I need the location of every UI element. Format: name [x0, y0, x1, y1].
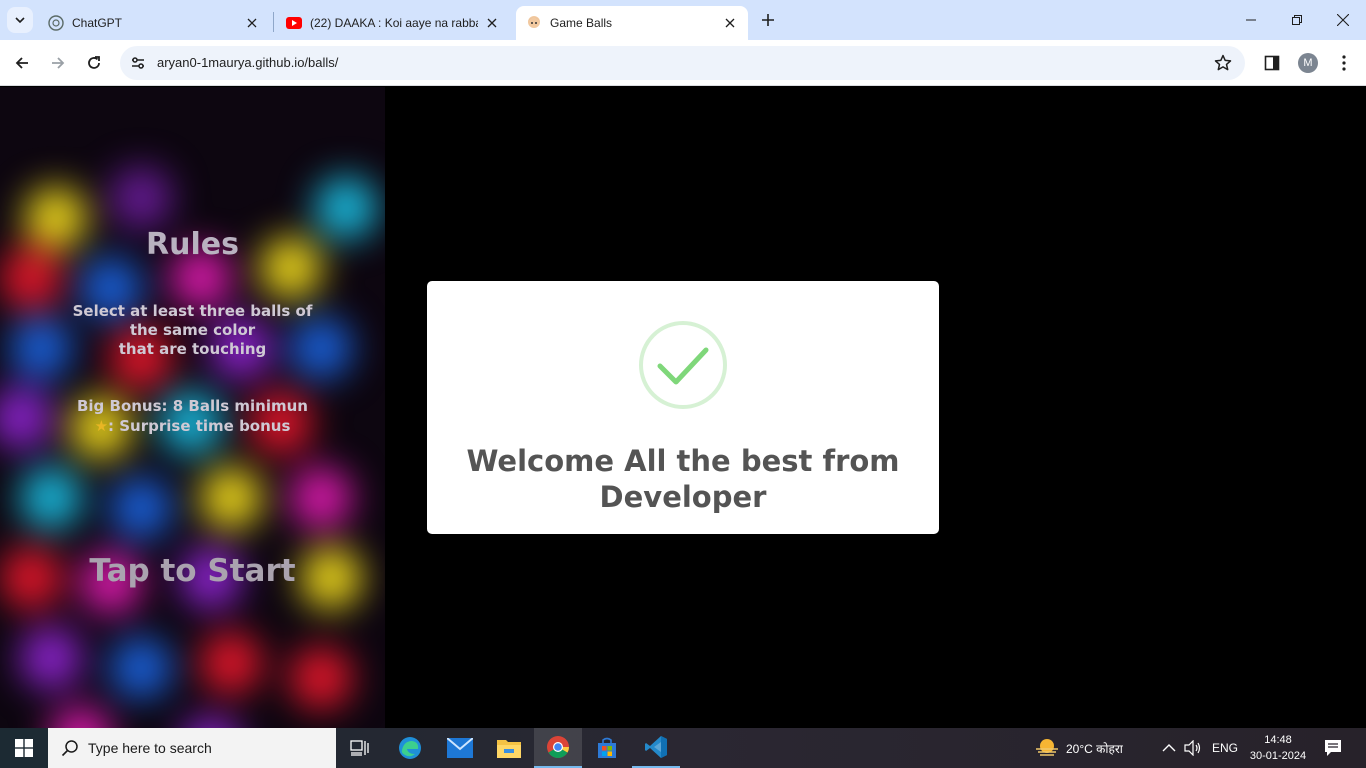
chrome-icon — [547, 736, 569, 758]
speaker-icon — [1184, 740, 1201, 756]
language-indicator[interactable]: ENG — [1212, 728, 1238, 768]
close-icon — [1337, 14, 1349, 26]
notification-icon — [1325, 740, 1341, 756]
side-panel-button[interactable] — [1260, 51, 1284, 75]
game-favicon — [526, 15, 542, 31]
avatar: M — [1298, 53, 1318, 73]
rules-panel[interactable]: Rules Select at least three balls of the… — [0, 87, 385, 728]
tab-youtube[interactable]: (22) DAAKA : Koi aaye na rabba — [276, 6, 510, 40]
address-bar[interactable]: aryan0-1maurya.github.io/balls/ — [120, 46, 1245, 80]
rule-text: Select at least three balls of — [72, 302, 313, 320]
weather-widget[interactable]: 20°C कोहरा — [1034, 728, 1123, 768]
browser-toolbar: aryan0-1maurya.github.io/balls/ M — [0, 40, 1366, 86]
windows-taskbar: Type here to search 20°C कोहरा ENG 14:48… — [0, 728, 1366, 768]
rule-text: the same color — [129, 321, 256, 339]
weather-text: 20°C कोहरा — [1066, 741, 1123, 756]
windows-logo-icon — [15, 739, 33, 757]
tab-title: Game Balls — [550, 16, 613, 30]
task-view-icon — [350, 740, 369, 756]
show-hidden-icons-button[interactable] — [1162, 728, 1176, 768]
close-icon[interactable] — [484, 15, 500, 31]
file-explorer-app[interactable] — [485, 728, 533, 768]
kebab-menu-icon — [1342, 55, 1346, 71]
side-panel-icon — [1264, 55, 1280, 71]
star-icon: ★ — [94, 417, 109, 435]
close-icon[interactable] — [244, 15, 260, 31]
welcome-modal: Welcome All the best from Developer — [427, 281, 939, 534]
modal-message-line: Welcome All the best from — [466, 444, 900, 478]
bonus-time-text: ★: Surprise time bonus — [0, 417, 385, 435]
new-tab-button[interactable] — [756, 8, 780, 32]
tab-chatgpt[interactable]: ChatGPT — [38, 6, 270, 40]
tab-strip: ChatGPT (22) DAAKA : Koi aaye na rabba G… — [0, 0, 1366, 40]
rule-text: that are touching — [118, 340, 267, 358]
chrome-app[interactable] — [534, 728, 582, 768]
bookmark-star-icon[interactable] — [1213, 53, 1233, 73]
vscode-app[interactable] — [632, 728, 680, 768]
search-placeholder: Type here to search — [88, 740, 212, 756]
taskbar-search[interactable]: Type here to search — [48, 728, 336, 768]
modal-message-line: Developer — [599, 480, 767, 514]
game-page: Rules Select at least three balls of the… — [0, 87, 1366, 728]
close-window-button[interactable] — [1320, 0, 1366, 40]
tab-search-button[interactable] — [7, 7, 33, 33]
minimize-button[interactable] — [1228, 0, 1274, 40]
start-button[interactable] — [0, 728, 48, 768]
volume-button[interactable] — [1184, 728, 1202, 768]
store-app[interactable] — [583, 728, 631, 768]
url-text[interactable]: aryan0-1maurya.github.io/balls/ — [157, 55, 338, 70]
mail-app[interactable] — [436, 728, 484, 768]
vscode-icon — [645, 736, 667, 758]
rules-title: Rules — [146, 227, 239, 262]
bonus-time-label: : Surprise time bonus — [108, 417, 291, 435]
system-clock[interactable]: 14:48 30-01-2024 — [1246, 732, 1310, 764]
task-view-button[interactable] — [336, 728, 384, 768]
tap-to-start-button[interactable]: Tap to Start — [0, 553, 385, 589]
tab-game-balls[interactable]: Game Balls — [516, 6, 748, 40]
restore-icon — [1292, 15, 1302, 25]
chevron-up-icon — [1162, 744, 1176, 752]
tab-separator — [273, 12, 274, 32]
rules-text-block: Rules Select at least three balls of the… — [0, 87, 385, 728]
arrow-right-icon — [52, 57, 65, 69]
profile-button[interactable]: M — [1296, 51, 1320, 75]
plus-icon — [762, 14, 774, 26]
edge-app[interactable] — [386, 728, 434, 768]
clock-time: 14:48 — [1264, 734, 1292, 746]
close-icon[interactable] — [722, 15, 738, 31]
site-info-icon[interactable] — [128, 53, 148, 73]
store-icon — [598, 737, 616, 758]
modal-message: Welcome All the best from Developer — [427, 443, 939, 515]
bonus-text: Big Bonus: 8 Balls minimun — [76, 397, 308, 415]
forward-button[interactable] — [42, 47, 74, 79]
weather-haze-icon — [1036, 739, 1058, 756]
chatgpt-icon — [48, 15, 64, 31]
checkmark-icon — [639, 321, 727, 409]
clock-date: 30-01-2024 — [1249, 750, 1307, 762]
minimize-icon — [1246, 19, 1256, 21]
arrow-left-icon — [15, 57, 28, 69]
notifications-button[interactable] — [1324, 728, 1342, 768]
restore-button[interactable] — [1274, 0, 1320, 40]
tab-title: (22) DAAKA : Koi aaye na rabba — [310, 16, 478, 30]
edge-icon — [399, 737, 421, 759]
reload-button[interactable] — [78, 47, 110, 79]
mail-icon — [447, 738, 473, 758]
folder-icon — [497, 740, 521, 758]
reload-icon — [88, 56, 100, 69]
menu-button[interactable] — [1332, 51, 1356, 75]
youtube-icon — [286, 15, 302, 31]
search-icon — [60, 738, 80, 758]
chevron-down-icon — [15, 17, 25, 24]
tab-title: ChatGPT — [72, 16, 123, 30]
back-button[interactable] — [6, 47, 38, 79]
